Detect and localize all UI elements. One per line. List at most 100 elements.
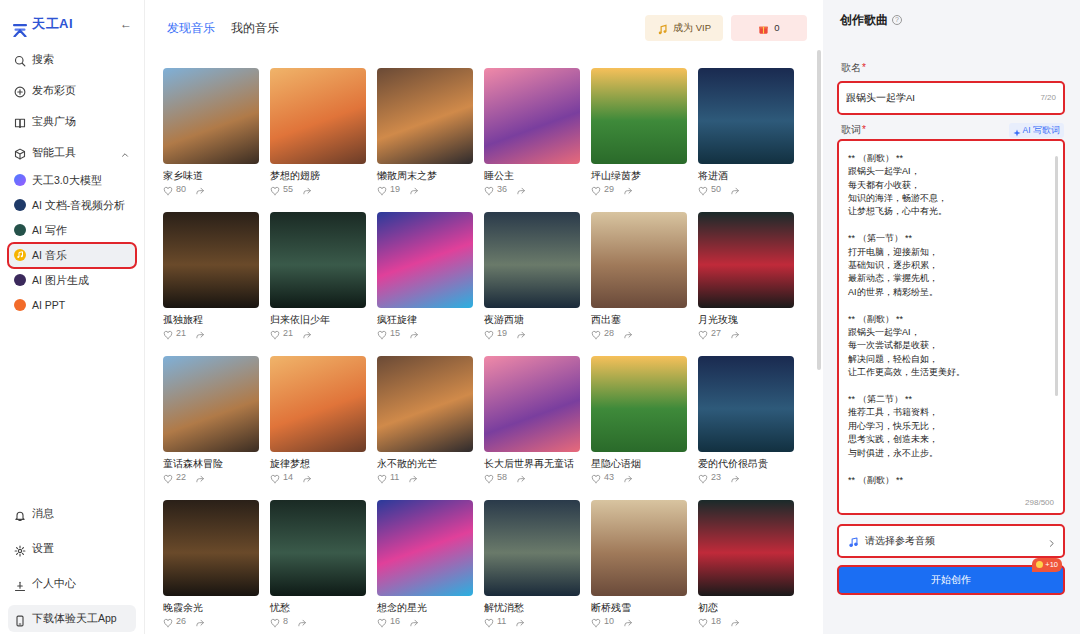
- heart-icon[interactable]: [270, 185, 280, 195]
- cover-art[interactable]: [163, 500, 259, 596]
- heart-icon[interactable]: [377, 617, 387, 627]
- sidebar-item[interactable]: 宝典广场: [8, 106, 136, 137]
- heart-icon[interactable]: [698, 617, 708, 627]
- share-icon[interactable]: [730, 473, 740, 483]
- download-app[interactable]: 下载体验天工App: [8, 605, 136, 632]
- share-icon[interactable]: [515, 617, 525, 627]
- share-icon[interactable]: [195, 617, 205, 627]
- song-card[interactable]: 断桥残雪10: [591, 500, 687, 628]
- cover-art[interactable]: [591, 500, 687, 596]
- lyrics-field[interactable]: ** （副歌） ** 跟锅头一起学AI， 每天都有小收获， 知识的海洋，畅游不息…: [838, 140, 1064, 514]
- share-icon[interactable]: [195, 473, 205, 483]
- cover-art[interactable]: [484, 212, 580, 308]
- sidebar-item[interactable]: 个人中心: [8, 566, 136, 601]
- heart-icon[interactable]: [484, 473, 494, 483]
- song-card[interactable]: 童话森林冒险22: [163, 356, 259, 484]
- sidebar-item[interactable]: AI 音乐: [8, 243, 136, 268]
- song-card[interactable]: 想念的星光16: [377, 500, 473, 628]
- share-icon[interactable]: [516, 329, 526, 339]
- song-card[interactable]: 家乡味道80: [163, 68, 259, 196]
- song-card[interactable]: 睡公主36: [484, 68, 580, 196]
- sidebar-item[interactable]: AI PPT: [8, 293, 136, 318]
- heart-icon[interactable]: [484, 329, 494, 339]
- sidebar-item[interactable]: 设置: [8, 531, 136, 566]
- cover-art[interactable]: [270, 500, 366, 596]
- song-card[interactable]: 初恋18: [698, 500, 794, 628]
- share-icon[interactable]: [408, 473, 418, 483]
- song-card[interactable]: 将进酒50: [698, 68, 794, 196]
- share-icon[interactable]: [516, 473, 526, 483]
- start-create-button[interactable]: 开始创作: [838, 566, 1064, 594]
- lyrics-text[interactable]: ** （副歌） ** 跟锅头一起学AI， 每天都有小收获， 知识的海洋，畅游不息…: [848, 152, 1051, 497]
- heart-icon[interactable]: [484, 617, 494, 627]
- heart-icon[interactable]: [698, 473, 708, 483]
- heart-icon[interactable]: [591, 473, 601, 483]
- cover-art[interactable]: [484, 356, 580, 452]
- heart-icon[interactable]: [591, 329, 601, 339]
- song-card[interactable]: 西出塞28: [591, 212, 687, 340]
- cover-art[interactable]: [484, 68, 580, 164]
- scroll-thumb[interactable]: [817, 50, 821, 370]
- cover-art[interactable]: [377, 500, 473, 596]
- song-card[interactable]: 夜游西塘19: [484, 212, 580, 340]
- song-card[interactable]: 忧愁8: [270, 500, 366, 628]
- song-card[interactable]: 孤独旅程21: [163, 212, 259, 340]
- cover-art[interactable]: [698, 68, 794, 164]
- heart-icon[interactable]: [698, 329, 708, 339]
- song-card[interactable]: 爱的代价很昂贵23: [698, 356, 794, 484]
- share-icon[interactable]: [730, 329, 740, 339]
- song-card[interactable]: 旋律梦想14: [270, 356, 366, 484]
- points-button[interactable]: 0: [731, 15, 807, 41]
- song-card[interactable]: 解忧消愁11: [484, 500, 580, 628]
- sidebar-item[interactable]: AI 图片生成: [8, 268, 136, 293]
- cover-art[interactable]: [163, 356, 259, 452]
- heart-icon[interactable]: [270, 473, 280, 483]
- heart-icon[interactable]: [698, 185, 708, 195]
- sidebar-item[interactable]: AI 文档-音视频分析: [8, 193, 136, 218]
- share-icon[interactable]: [409, 185, 419, 195]
- heart-icon[interactable]: [484, 185, 494, 195]
- cover-art[interactable]: [591, 212, 687, 308]
- share-icon[interactable]: [516, 185, 526, 195]
- cover-art[interactable]: [698, 356, 794, 452]
- share-icon[interactable]: [623, 329, 633, 339]
- reference-audio-select[interactable]: 请选择参考音频: [838, 525, 1064, 557]
- share-icon[interactable]: [409, 329, 419, 339]
- cover-art[interactable]: [270, 68, 366, 164]
- share-icon[interactable]: [302, 185, 312, 195]
- ai-write-lyrics-button[interactable]: AI 写歌词: [1009, 123, 1064, 138]
- sidebar-item[interactable]: AI 写作: [8, 218, 136, 243]
- sidebar-item[interactable]: 搜索: [8, 44, 136, 75]
- share-icon[interactable]: [623, 617, 633, 627]
- heart-icon[interactable]: [163, 473, 173, 483]
- song-card[interactable]: 长大后世界再无童话58: [484, 356, 580, 484]
- heart-icon[interactable]: [377, 473, 387, 483]
- heart-icon[interactable]: [591, 617, 601, 627]
- share-icon[interactable]: [195, 329, 205, 339]
- tab[interactable]: 发现音乐: [167, 19, 215, 37]
- song-card[interactable]: 晚霞余光26: [163, 500, 259, 628]
- song-card[interactable]: 归来依旧少年21: [270, 212, 366, 340]
- share-icon[interactable]: [730, 617, 740, 627]
- cover-art[interactable]: [163, 212, 259, 308]
- cover-art[interactable]: [377, 68, 473, 164]
- cover-art[interactable]: [377, 212, 473, 308]
- tab[interactable]: 我的音乐: [231, 19, 279, 37]
- share-icon[interactable]: [302, 329, 312, 339]
- heart-icon[interactable]: [163, 185, 173, 195]
- heart-icon[interactable]: [270, 617, 280, 627]
- heart-icon[interactable]: [591, 185, 601, 195]
- collapse-button[interactable]: ←: [120, 18, 132, 30]
- share-icon[interactable]: [302, 473, 312, 483]
- share-icon[interactable]: [297, 617, 307, 627]
- sidebar-item[interactable]: 天工3.0大模型: [8, 168, 136, 193]
- song-card[interactable]: 月光玫瑰27: [698, 212, 794, 340]
- share-icon[interactable]: [195, 185, 205, 195]
- cover-art[interactable]: [377, 356, 473, 452]
- song-card[interactable]: 永不散的光芒11: [377, 356, 473, 484]
- sidebar-item[interactable]: 消息: [8, 496, 136, 531]
- cover-art[interactable]: [484, 500, 580, 596]
- song-card[interactable]: 疯狂旋律15: [377, 212, 473, 340]
- song-name-input[interactable]: [846, 91, 1034, 105]
- cover-art[interactable]: [698, 212, 794, 308]
